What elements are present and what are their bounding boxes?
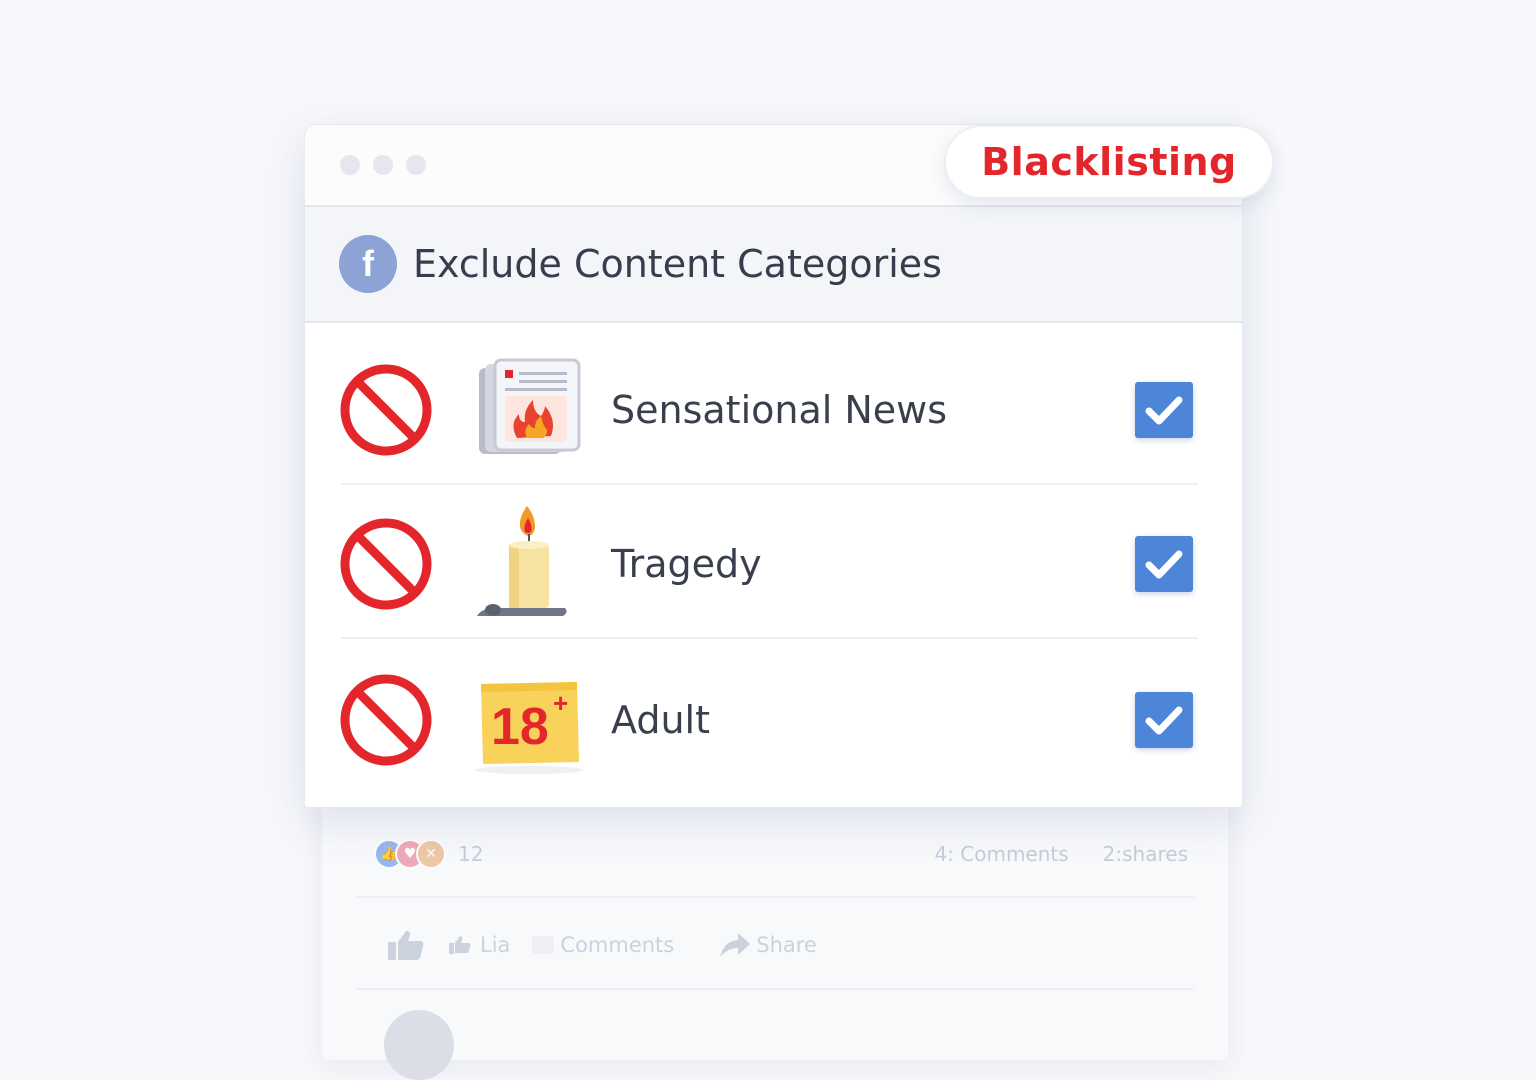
- category-label: Tragedy: [611, 542, 762, 586]
- like-action-label: Lia: [480, 933, 511, 957]
- window-controls: [340, 155, 439, 175]
- window-dot[interactable]: [406, 155, 426, 175]
- window-dot[interactable]: [340, 155, 360, 175]
- haha-reaction-icon: ✕: [416, 839, 446, 869]
- prohibited-icon: [338, 362, 434, 458]
- shares-count[interactable]: 2:shares: [1103, 842, 1188, 866]
- candle-icon: [473, 504, 585, 624]
- comment-action-label: Comments: [560, 933, 675, 957]
- share-arrow-icon: [720, 933, 751, 957]
- post-actions: Lia Comments Share: [386, 928, 817, 962]
- panel-header: f Exclude Content Categories: [305, 207, 1242, 323]
- like-action-label-button[interactable]: Lia: [448, 933, 510, 957]
- category-checkbox[interactable]: [1135, 536, 1193, 592]
- category-label: Adult: [611, 698, 710, 742]
- post-divider: [356, 896, 1194, 898]
- checkmark-icon: [1145, 550, 1183, 579]
- small-thumbs-icon: [449, 936, 471, 954]
- burning-newspaper-icon: [473, 350, 585, 470]
- prohibited-icon: [338, 516, 434, 612]
- adult-18-plus-icon: 18 +: [473, 660, 585, 780]
- post-stats-bar: 👍 ♥ ✕ 12 4: Comments 2:shares: [374, 836, 1188, 872]
- row-divider: [341, 637, 1198, 639]
- post-divider: [356, 988, 1194, 990]
- category-row-adult[interactable]: 18 + Adult: [305, 643, 1242, 797]
- svg-text:18: 18: [491, 698, 549, 756]
- category-checkbox[interactable]: [1135, 382, 1193, 438]
- category-label: Sensational News: [611, 388, 948, 432]
- category-checkbox[interactable]: [1135, 692, 1193, 748]
- comment-bubble-icon: [532, 936, 555, 954]
- checkmark-icon: [1145, 396, 1183, 425]
- checkmark-icon: [1145, 706, 1183, 735]
- row-divider: [341, 483, 1198, 485]
- category-row-tragedy[interactable]: Tragedy: [305, 487, 1242, 641]
- blacklisting-badge: Blacklisting: [944, 125, 1274, 199]
- facebook-icon: f: [339, 235, 397, 293]
- comments-count[interactable]: 4: Comments: [934, 842, 1068, 866]
- category-row-sensational-news[interactable]: Sensational News: [305, 333, 1242, 487]
- avatar: [384, 1010, 454, 1080]
- share-action-label: Share: [756, 933, 817, 957]
- like-action-button[interactable]: [386, 928, 426, 962]
- window-dot[interactable]: [373, 155, 393, 175]
- comment-action-button[interactable]: Comments: [532, 933, 674, 957]
- panel-title: Exclude Content Categories: [413, 242, 942, 286]
- reaction-count: 12: [458, 842, 484, 866]
- prohibited-icon: [338, 672, 434, 768]
- share-action-button[interactable]: Share: [718, 931, 817, 959]
- thumbs-up-icon: [388, 930, 424, 960]
- settings-window: f Exclude Content Categories Sensational…: [304, 124, 1243, 808]
- svg-text:+: +: [553, 688, 568, 718]
